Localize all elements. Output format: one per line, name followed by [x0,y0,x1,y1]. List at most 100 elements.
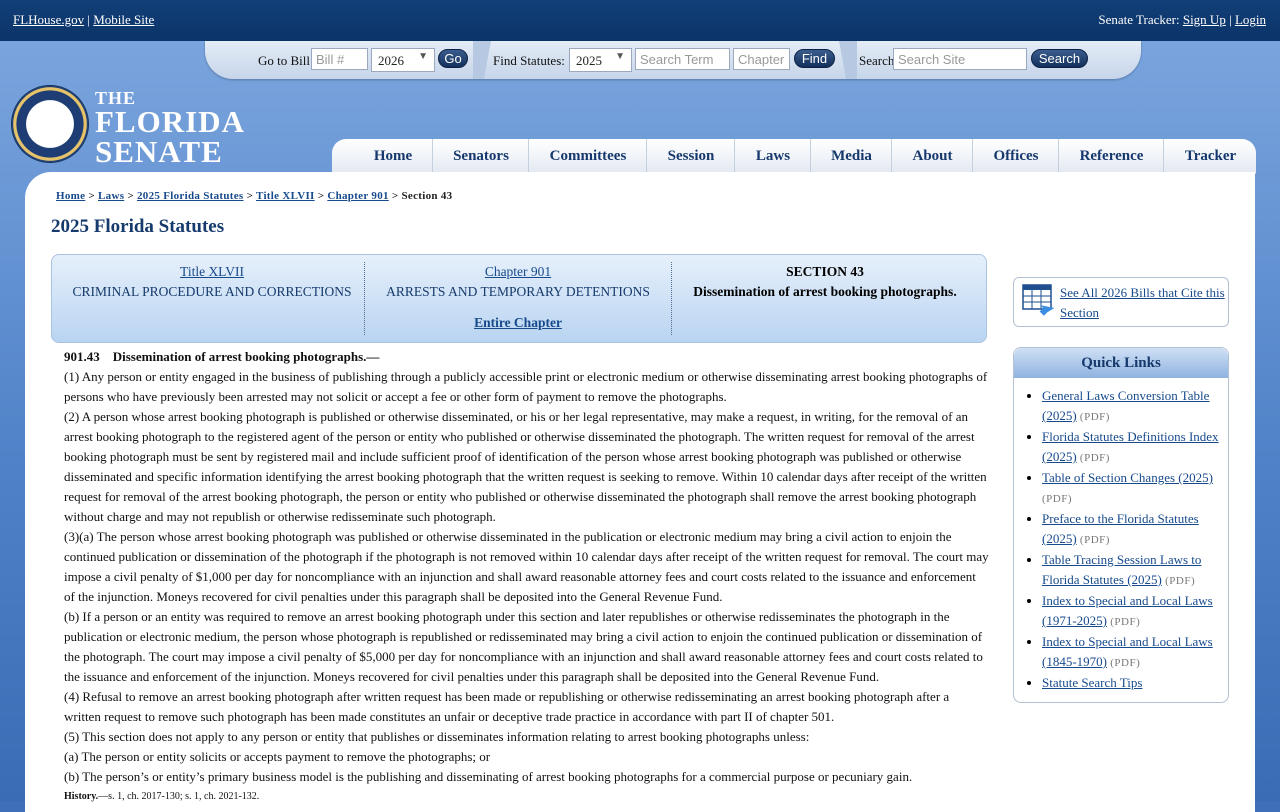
section-label: SECTION 43 [786,264,864,279]
list-item: Preface to the Florida Statutes (2025) (… [1042,509,1228,550]
chapter-column: Chapter 901 ARRESTS AND TEMPORARY DETENT… [366,255,670,342]
top-links: FLHouse.gov | Mobile Site [13,12,154,28]
breadcrumb: Home > Laws > 2025 Florida Statutes > Ti… [56,190,453,202]
find-statutes-label: Find Statutes: [493,53,565,68]
entire-chapter-link[interactable]: Entire Chapter [474,315,562,330]
nav-session[interactable]: Session [646,139,735,173]
goto-bill-label: Go to Bill: [258,53,314,68]
statute-term-input[interactable]: Search Term [635,48,730,70]
subsection-1: (1) Any person or entity engaged in the … [64,369,988,404]
list-item: Statute Search Tips [1042,673,1228,693]
breadcrumb-statutes[interactable]: 2025 Florida Statutes [137,190,244,202]
nav-home[interactable]: Home [354,139,432,173]
breadcrumb-sep: > [127,190,134,202]
find-button[interactable]: Find [794,49,835,68]
history-label: History. [64,791,99,802]
cite-bills-box: See All 2026 Bills that Cite this Sectio… [1013,277,1229,327]
cite-bills-link[interactable]: See All 2026 Bills that Cite this Sectio… [1060,283,1225,323]
column-divider [671,262,672,335]
pdf-tag: (PDF) [1042,493,1073,505]
section-heading: 901.43 Dissemination of arrest booking p… [51,347,989,367]
subsection-3b: (b) If a person or an entity was require… [64,609,983,684]
nav-offices[interactable]: Offices [972,139,1059,173]
bill-year-select[interactable]: 2026 ▼ [371,48,435,72]
pdf-tag: (PDF) [1110,657,1141,669]
nav-about[interactable]: About [891,139,973,173]
chapter-input[interactable]: Chapter [733,48,790,70]
sign-up-link[interactable]: Sign Up [1183,12,1226,27]
quick-links-title: Quick Links [1014,348,1228,378]
column-divider [364,262,365,335]
pdf-tag: (PDF) [1110,616,1141,628]
senate-seal-icon [12,86,88,162]
tracker-label: Senate Tracker: [1098,12,1180,27]
separator: | [87,12,90,27]
mobile-site-link[interactable]: Mobile Site [93,12,154,27]
statute-text: 901.43 Dissemination of arrest booking p… [51,347,989,807]
pdf-tag: (PDF) [1079,452,1110,464]
nav-reference[interactable]: Reference [1058,139,1164,173]
list-item: Index to Special and Local Laws (1971-20… [1042,591,1228,632]
history-text: —s. 1, ch. 2017-130; s. 1, ch. 2021-132. [98,791,260,802]
subsection-5a: (a) The person or entity solicits or acc… [64,749,491,764]
subsection-5b: (b) The person’s or entity’s primary bus… [64,769,913,784]
nav-committees[interactable]: Committees [528,139,647,173]
breadcrumb-home[interactable]: Home [56,190,85,202]
quick-link-preface[interactable]: Preface to the Florida Statutes (2025) [1042,511,1199,546]
statute-year-select[interactable]: 2025 ▼ [569,48,632,72]
breadcrumb-title[interactable]: Title XLVII [256,190,315,202]
statute-year-value: 2025 [576,53,602,68]
breadcrumb-sep: > [317,190,325,202]
bar-divider [839,41,857,79]
chapter-link[interactable]: Chapter 901 [485,264,551,279]
senate-logo[interactable]: THE FLORIDA SENATE [12,86,244,169]
search-button[interactable]: Search [1031,49,1088,68]
list-item: Table of Section Changes (2025) (PDF) [1042,468,1228,509]
bill-year-value: 2026 [378,53,404,68]
search-label: Search [859,53,895,68]
title-link[interactable]: Title XLVII [180,264,244,279]
history-note: History.—s. 1, ch. 2017-130; s. 1, ch. 2… [51,787,989,807]
quick-link-section-changes[interactable]: Table of Section Changes (2025) [1042,470,1213,485]
breadcrumb-sep: > [391,190,399,202]
nav-laws[interactable]: Laws [734,139,811,173]
list-item: General Laws Conversion Table (2025) (PD… [1042,386,1228,427]
flhouse-link[interactable]: FLHouse.gov [13,12,84,27]
section-number: 901.43 [64,349,100,364]
logo-senate: SENATE [95,134,223,169]
senate-tracker: Senate Tracker: Sign Up | Login [1098,12,1266,28]
search-bar: Go to Bill: Bill # 2026 ▼ Go Find Statut… [205,41,1141,79]
section-name: Dissemination of arrest booking photogra… [693,284,957,299]
list-item: Florida Statutes Definitions Index (2025… [1042,427,1228,468]
pdf-tag: (PDF) [1079,411,1110,423]
nav-media[interactable]: Media [810,139,892,173]
quick-links-list: General Laws Conversion Table (2025) (PD… [1014,386,1228,693]
top-bar: FLHouse.gov | Mobile Site Senate Tracker… [0,0,1280,41]
subsection-2: (2) A person whose arrest booking photog… [64,409,987,524]
list-item: Table Tracing Session Laws to Florida St… [1042,550,1228,591]
breadcrumb-sep: > [88,190,95,202]
go-button[interactable]: Go [438,49,468,68]
subsection-4: (4) Refusal to remove an arrest booking … [64,689,950,724]
bill-number-input[interactable]: Bill # [311,48,368,70]
quick-link-general-laws[interactable]: General Laws Conversion Table (2025) [1042,388,1209,423]
breadcrumb-chapter[interactable]: Chapter 901 [327,190,388,202]
login-link[interactable]: Login [1235,12,1266,27]
table-arrow-icon [1022,284,1054,316]
pdf-tag: (PDF) [1079,534,1110,546]
quick-link-definitions-index[interactable]: Florida Statutes Definitions Index (2025… [1042,429,1219,464]
subsection-3a: (3)(a) The person whose arrest booking p… [64,529,989,604]
chapter-name: ARRESTS AND TEMPORARY DETENTIONS [386,284,650,299]
nav-senators[interactable]: Senators [432,139,529,173]
quick-link-search-tips[interactable]: Statute Search Tips [1042,675,1142,690]
nav-tracker[interactable]: Tracker [1163,139,1257,173]
quick-links-panel: Quick Links General Laws Conversion Tabl… [1013,347,1229,703]
statute-info-box: Title XLVII CRIMINAL PROCEDURE AND CORRE… [51,254,987,343]
pdf-tag: (PDF) [1165,575,1196,587]
main-nav: Home Senators Committees Session Laws Me… [332,139,1256,174]
search-site-input[interactable]: Search Site [893,48,1027,70]
title-column: Title XLVII CRIMINAL PROCEDURE AND CORRE… [60,255,364,342]
breadcrumb-laws[interactable]: Laws [98,190,124,202]
chevron-down-icon: ▼ [418,51,428,62]
title-name: CRIMINAL PROCEDURE AND CORRECTIONS [72,284,352,299]
